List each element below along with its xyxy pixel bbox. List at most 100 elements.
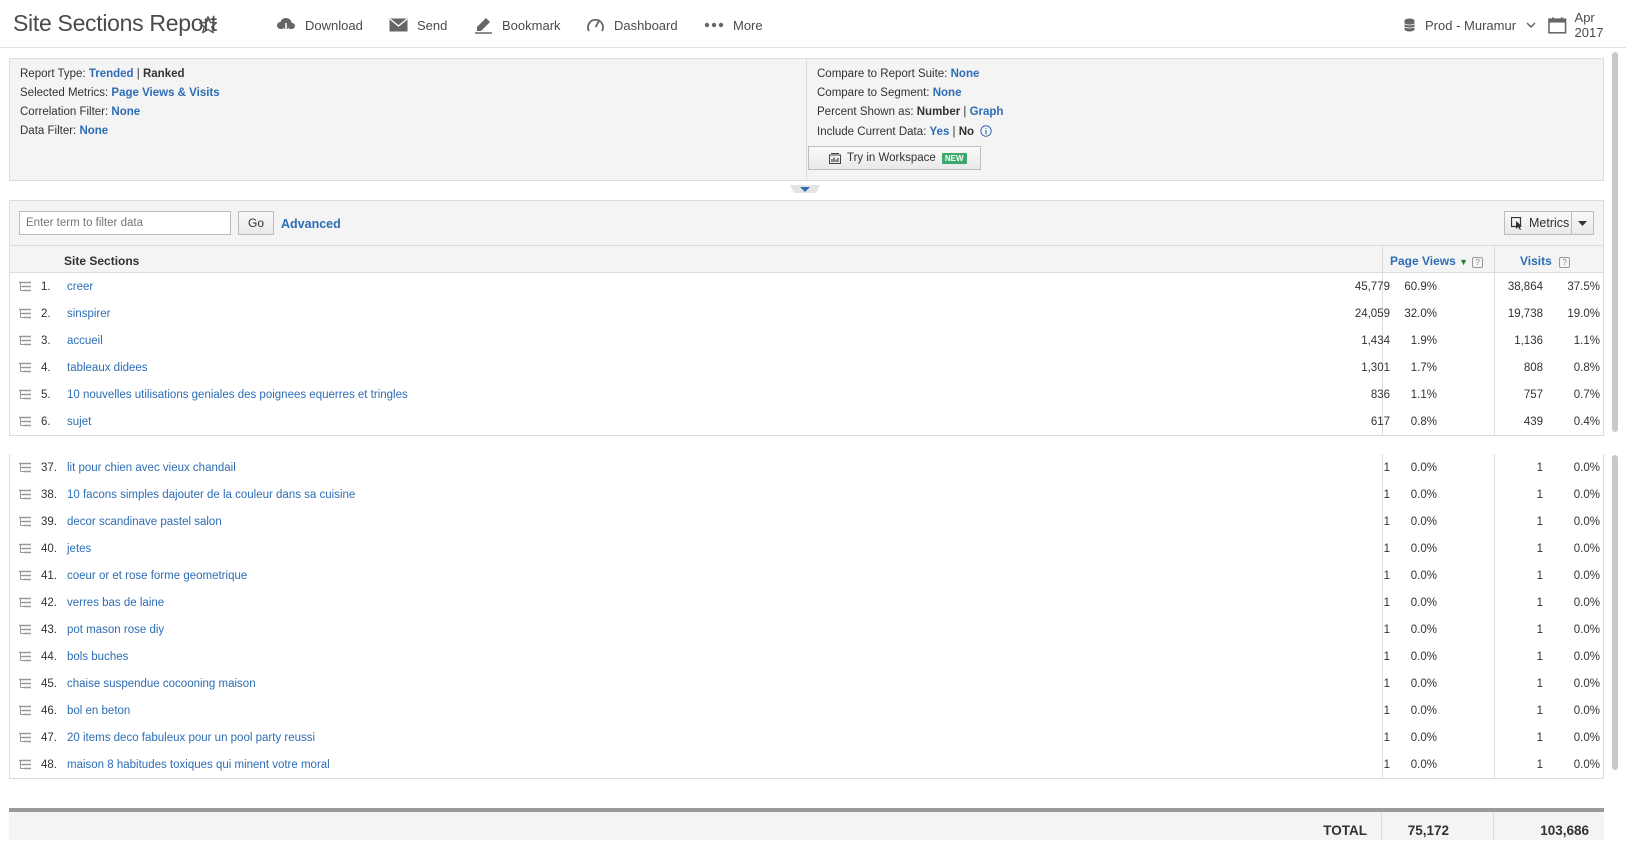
data-filter-row: Data Filter: None (20, 125, 108, 137)
breakdown-icon[interactable] (19, 416, 31, 428)
selected-metrics-link[interactable]: Page Views & Visits (111, 87, 219, 99)
send-button[interactable]: Send (389, 15, 447, 35)
percent-graph-link[interactable]: Graph (970, 106, 1004, 118)
row-visits: 1 (1536, 759, 1543, 771)
report-type-trended-link[interactable]: Trended (89, 68, 134, 80)
row-site-section-link[interactable]: verres bas de laine (67, 597, 164, 609)
breakdown-icon[interactable] (19, 362, 31, 374)
row-visits: 1 (1536, 678, 1543, 690)
filter-input[interactable] (19, 211, 231, 235)
breakdown-icon[interactable] (19, 462, 31, 474)
row-site-section-link[interactable]: 10 facons simples dajouter de la couleur… (67, 489, 355, 501)
row-site-section-link[interactable]: accueil (67, 335, 103, 347)
breakdown-icon[interactable] (19, 624, 31, 636)
breakdown-icon[interactable] (19, 759, 31, 771)
more-button[interactable]: More (704, 15, 763, 35)
column-divider (1494, 535, 1495, 562)
data-filter-label: Data Filter: (20, 125, 77, 137)
breakdown-icon[interactable] (19, 489, 31, 501)
compare-segment-label: Compare to Segment: (817, 87, 930, 99)
row-site-section-link[interactable]: 10 nouvelles utilisations geniales des p… (67, 389, 408, 401)
row-site-section-link[interactable]: decor scandinave pastel salon (67, 516, 222, 528)
compare-segment-link[interactable]: None (933, 87, 962, 99)
compare-suite-link[interactable]: None (951, 68, 980, 80)
row-visits: 38,864 (1507, 281, 1543, 293)
download-label: Download (305, 17, 363, 33)
breakdown-icon[interactable] (19, 308, 31, 320)
row-site-section-link[interactable]: sujet (67, 416, 91, 428)
breakdown-icon[interactable] (19, 651, 31, 663)
row-page-views: 1 (1383, 489, 1390, 501)
row-page-views: 1 (1383, 543, 1390, 555)
table-row: 48. maison 8 habitudes toxiques qui minen… (9, 751, 1604, 779)
table-row: 39. decor scandinave pastel salon 1 0.0% 1 0.… (9, 508, 1604, 536)
download-button[interactable]: Download (276, 15, 363, 35)
row-page-views: 1 (1383, 678, 1390, 690)
correlation-filter-link[interactable]: None (111, 106, 140, 118)
column-header-visits[interactable]: Visits ? (1520, 254, 1571, 268)
metrics-button[interactable]: Metrics (1504, 211, 1594, 235)
bookmark-button[interactable]: Bookmark (474, 15, 561, 35)
row-visits: 1 (1536, 462, 1543, 474)
data-filter-link[interactable]: None (79, 125, 108, 137)
report-suite-selector[interactable]: Prod - Muramur (1404, 15, 1536, 35)
scrollbar-thumb[interactable] (1612, 455, 1618, 770)
breakdown-icon[interactable] (19, 543, 31, 555)
column-header-page-views[interactable]: Page Views ▼? (1390, 254, 1484, 268)
row-site-section-link[interactable]: lit pour chien avec vieux chandail (67, 462, 236, 474)
breakdown-icon[interactable] (19, 570, 31, 582)
current-data-yes-link[interactable]: Yes (930, 126, 950, 138)
correlation-filter-label: Correlation Filter: (20, 106, 109, 118)
breakdown-icon[interactable] (19, 732, 31, 744)
row-visits: 1 (1536, 651, 1543, 663)
row-site-section-link[interactable]: sinspirer (67, 308, 110, 320)
advanced-filter-link[interactable]: Advanced (281, 217, 341, 231)
row-page-views-percent: 0.0% (1410, 489, 1437, 501)
filter-bar: Go Advanced Metrics (9, 200, 1604, 245)
try-in-workspace-button[interactable]: Try in Workspace NEW (808, 146, 981, 170)
row-visits-percent: 0.8% (1573, 362, 1600, 374)
row-site-section-link[interactable]: pot mason rose diy (67, 624, 164, 636)
go-button[interactable]: Go (238, 211, 274, 235)
dashboard-button[interactable]: Dashboard (586, 15, 678, 35)
row-site-section-link[interactable]: chaise suspendue cocooning maison (67, 678, 256, 690)
breakdown-icon[interactable] (19, 705, 31, 717)
help-icon[interactable]: ? (1472, 257, 1484, 268)
row-site-section-link[interactable]: maison 8 habitudes toxiques qui minent v… (67, 759, 330, 771)
breakdown-icon[interactable] (19, 516, 31, 528)
row-site-section-link[interactable]: coeur or et rose forme geometrique (67, 570, 247, 582)
sort-desc-icon: ▼ (1459, 257, 1469, 267)
scrollbar-thumb[interactable] (1612, 52, 1618, 432)
row-site-section-link[interactable]: 20 items deco fabuleux pour un pool part… (67, 732, 315, 744)
row-site-section-link[interactable]: tableaux didees (67, 362, 148, 374)
report-table: Go Advanced Metrics Site Sections Page V… (9, 200, 1604, 840)
row-visits: 1 (1536, 624, 1543, 636)
metrics-icon (1511, 216, 1522, 230)
breakdown-icon[interactable] (19, 281, 31, 293)
row-rank: 4. (41, 362, 51, 374)
row-site-section-link[interactable]: jetes (67, 543, 91, 555)
breakdown-icon[interactable] (19, 597, 31, 609)
metrics-dropdown-caret[interactable] (1571, 212, 1593, 234)
date-range-selector[interactable]: Apr 2017 (1548, 10, 1626, 40)
help-icon[interactable]: ? (1559, 257, 1571, 268)
column-divider (1494, 751, 1495, 778)
row-site-section-link[interactable]: bol en beton (67, 705, 130, 717)
breakdown-icon[interactable] (19, 678, 31, 690)
breakdown-icon[interactable] (19, 389, 31, 401)
row-page-views: 1 (1383, 597, 1390, 609)
date-range-label: Apr 2017 (1574, 10, 1604, 40)
metrics-label: Metrics (1529, 216, 1570, 230)
row-rank: 1. (41, 281, 51, 293)
favorite-star-icon[interactable] (197, 14, 219, 36)
breakdown-icon[interactable] (19, 335, 31, 347)
row-rank: 43. (41, 624, 57, 636)
row-visits: 1,136 (1514, 335, 1543, 347)
row-page-views-percent: 0.0% (1410, 624, 1437, 636)
row-site-section-link[interactable]: bols buches (67, 651, 128, 663)
row-site-section-link[interactable]: creer (67, 281, 93, 293)
collapse-settings-toggle[interactable] (790, 185, 820, 195)
info-icon[interactable] (980, 125, 992, 137)
total-visits: 103,686 (1540, 823, 1589, 838)
report-type-ranked: Ranked (142, 68, 185, 80)
